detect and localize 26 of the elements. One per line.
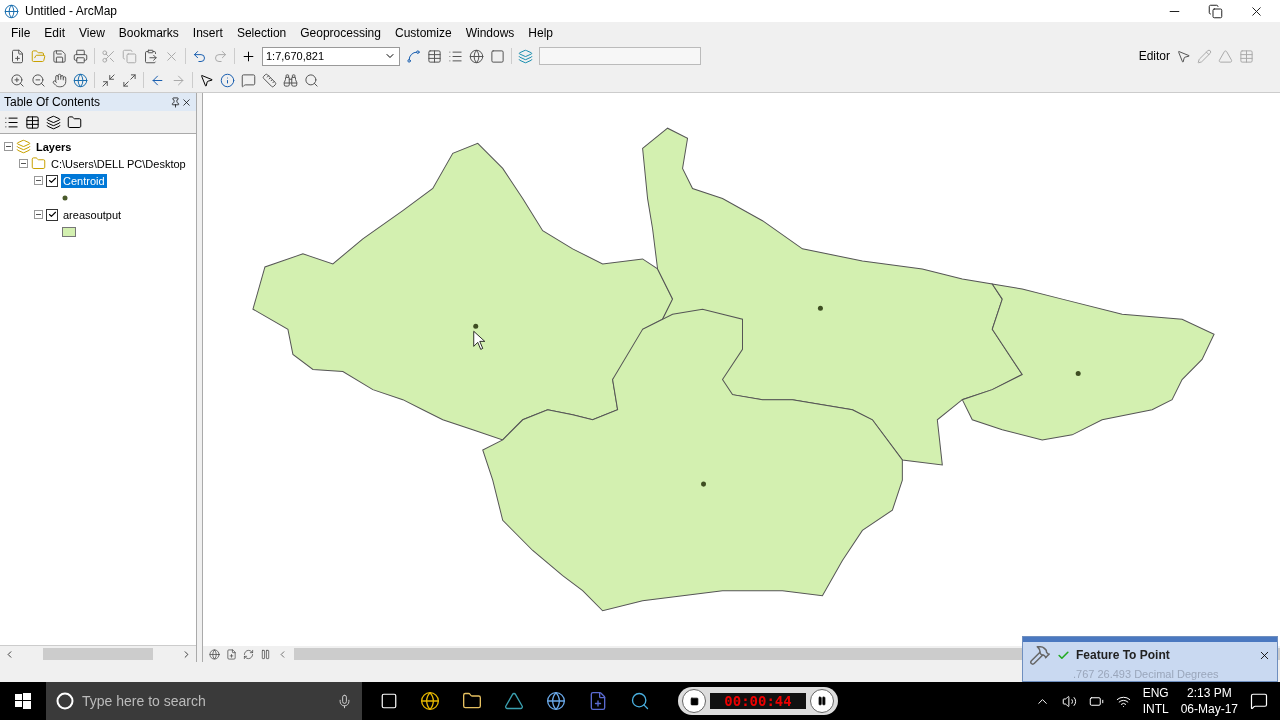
menu-item[interactable]: Edit [37,26,73,40]
menu-item[interactable]: Bookmarks [111,26,186,40]
toc-item[interactable]: areasoutput [61,207,124,222]
toc-item[interactable]: Layers [34,139,74,154]
notification-title: Feature To Point [1076,648,1171,662]
editor-menu[interactable]: Editor [1138,49,1170,63]
window-title: Untitled - ArcMap [25,4,119,18]
menu-item[interactable]: Selection [229,26,294,40]
clock-time[interactable]: 2:13 PM [1186,685,1232,701]
menu-item[interactable]: Help [521,26,561,40]
menu-item[interactable]: Customize [387,26,459,40]
toc-item[interactable]: C:\Users\DELL PC\Desktop [49,156,188,171]
menu-item[interactable]: File [4,26,38,40]
language-indicator[interactable]: ENG [1142,685,1169,701]
menu-item[interactable]: View [72,26,112,40]
taskbar-search-field[interactable]: Type here to search [46,682,362,720]
menu-item[interactable]: Insert [185,26,230,40]
panel-title: Table Of Contents [4,95,102,109]
recording-time: 00:00:44 [710,693,806,709]
search-placeholder: Type here to search [82,693,207,709]
menu-item[interactable]: Geoprocessing [293,26,388,40]
toc-item[interactable]: Centroid [61,173,107,188]
scale-field[interactable]: 1:7,670,821 [262,46,400,66]
clock-date[interactable]: 06-May-17 [1180,701,1238,717]
language-indicator[interactable]: INTL [1142,701,1169,717]
menu-item[interactable]: Windows [458,26,522,40]
